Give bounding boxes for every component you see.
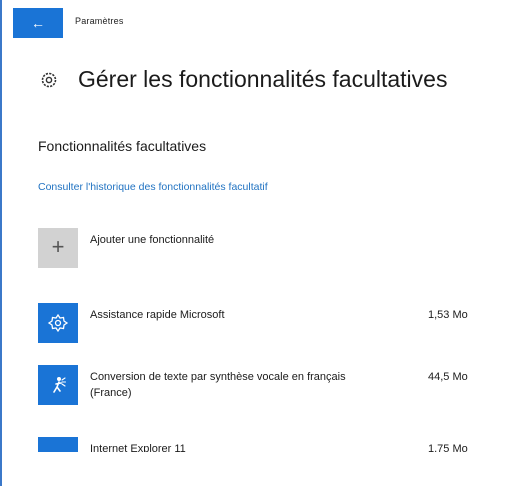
title-bar: ← Paramètres [0,0,525,46]
add-feature-button[interactable]: + Ajouter une fonctionnalité [38,228,214,268]
window-bottom-area [2,452,525,486]
feature-item-tts-french[interactable]: Conversion de texte par synthèse vocale … [38,365,508,405]
app-title: Paramètres [75,16,124,26]
back-button[interactable]: ← [13,8,63,38]
page-header: Gérer les fonctionnalités facultatives [40,66,447,93]
feature-name: Conversion de texte par synthèse vocale … [90,371,346,399]
section-title: Fonctionnalités facultatives [38,138,207,154]
settings-window: ← Paramètres Gérer les fonctionnalités f… [0,0,525,486]
add-feature-label: Ajouter une fonctionnalité [90,234,215,246]
internet-explorer-icon: e [38,437,78,452]
feature-size: 1,75 Mo [428,443,468,452]
feature-size: 1,53 Mo [428,309,468,321]
feature-size: 44,5 Mo [428,371,468,383]
feature-name: Internet Explorer 11 [90,443,186,452]
feature-item-internet-explorer[interactable]: e Internet Explorer 11 1,75 Mo [38,437,508,452]
gear-icon [40,71,58,89]
plus-icon: + [38,228,78,268]
quick-assist-icon [38,303,78,343]
feature-history-link[interactable]: Consulter l'historique des fonctionnalit… [38,181,268,193]
content-viewport: ← Paramètres Gérer les fonctionnalités f… [0,0,525,452]
arrow-left-icon: ← [31,15,45,31]
tts-person-icon [38,365,78,405]
page-title: Gérer les fonctionnalités facultatives [78,66,448,92]
feature-name: Assistance rapide Microsoft [90,309,225,321]
feature-item-quick-assist[interactable]: Assistance rapide Microsoft 1,53 Mo [38,303,508,343]
